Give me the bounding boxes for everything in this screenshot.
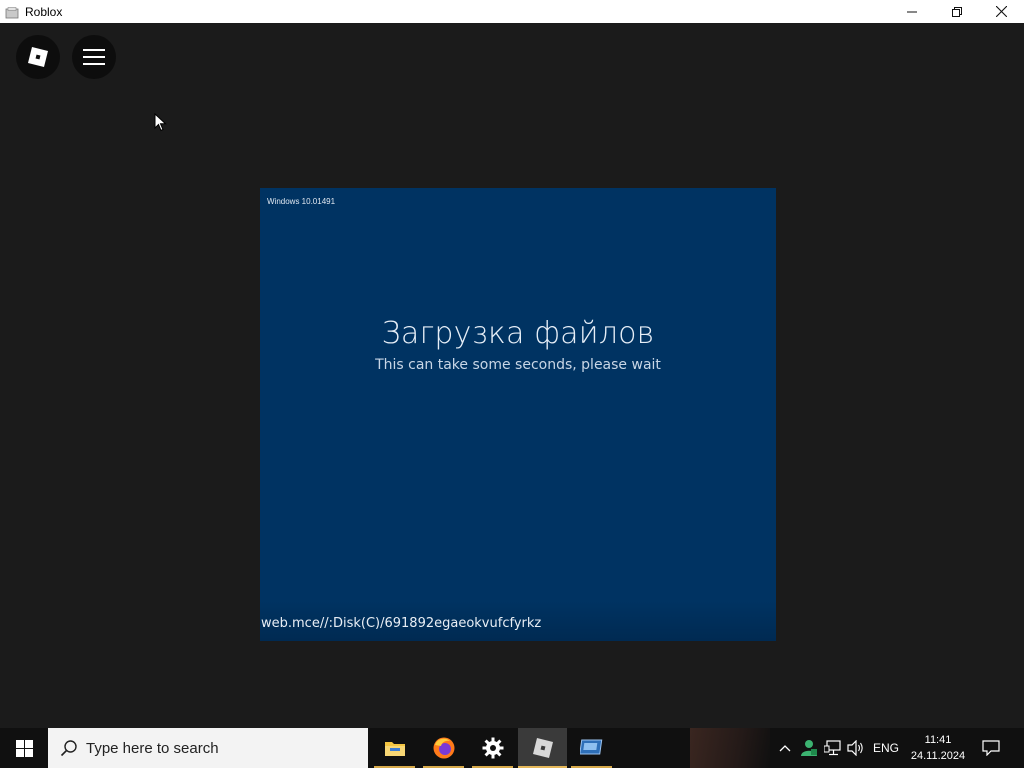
taskbar-search-box[interactable]: Type here to search — [48, 728, 368, 768]
close-button[interactable] — [979, 0, 1024, 23]
restore-icon — [951, 6, 962, 17]
tray-network[interactable] — [822, 728, 844, 768]
loading-heading: Загрузка файлов — [381, 316, 655, 351]
remote-desktop-icon — [579, 739, 602, 755]
mouse-cursor-icon — [154, 113, 167, 132]
action-center-button[interactable] — [978, 728, 1004, 768]
speaker-icon — [847, 740, 863, 756]
taskbar-background-art — [690, 728, 770, 768]
show-hidden-icons-button[interactable] — [776, 728, 794, 768]
gear-icon — [482, 737, 503, 759]
tray-volume[interactable] — [846, 728, 866, 768]
build-label: Windows 10.01491 — [267, 197, 336, 206]
network-icon — [824, 740, 841, 756]
user-sync-icon — [801, 740, 817, 756]
taskbar-firefox[interactable] — [419, 728, 468, 768]
folder-icon — [384, 742, 405, 756]
hamburger-icon — [83, 49, 105, 65]
roblox-app-icon — [5, 6, 19, 18]
windows-logo-icon — [15, 739, 33, 757]
title-bar: Roblox — [0, 0, 1024, 23]
taskbar-remote-desktop[interactable] — [567, 728, 616, 768]
clock-time: 11:41 — [924, 734, 952, 746]
loading-panel: Windows 10.01491 Загрузка файлов This ca… — [260, 188, 776, 641]
tray-language[interactable]: ENG — [868, 728, 904, 768]
minimize-button[interactable] — [889, 0, 934, 23]
tray-clock[interactable]: 11:41 24.11.2024 — [903, 732, 973, 764]
taskbar-roblox[interactable] — [518, 728, 567, 768]
game-viewport[interactable]: Windows 10.01491 Загрузка файлов This ca… — [0, 23, 1024, 728]
search-icon — [60, 740, 77, 757]
search-placeholder: Type here to search — [86, 739, 219, 757]
notification-icon — [982, 740, 1000, 756]
loading-subtitle: This can take some seconds, please wait — [375, 357, 661, 373]
roblox-menu-button[interactable] — [16, 35, 60, 79]
clock-date: 24.11.2024 — [910, 750, 966, 762]
close-icon — [996, 6, 1007, 17]
tray-user-app[interactable] — [798, 728, 820, 768]
taskbar: Type here to search ENG 11:41 24.11.2024 — [0, 728, 1024, 768]
firefox-icon — [433, 737, 454, 759]
file-path-text: web.mce//:Disk(C)/691892egaeokvufcfyrkz — [261, 616, 542, 631]
start-button[interactable] — [0, 728, 48, 768]
window-title: Roblox — [25, 4, 63, 19]
minimize-icon — [906, 11, 917, 12]
hamburger-menu-button[interactable] — [72, 35, 116, 79]
roblox-logo-icon — [28, 47, 48, 67]
restore-button[interactable] — [934, 0, 979, 23]
chevron-up-icon — [779, 745, 791, 752]
roblox-taskbar-icon — [532, 738, 553, 758]
taskbar-settings[interactable] — [468, 728, 517, 768]
taskbar-file-explorer[interactable] — [370, 728, 419, 768]
